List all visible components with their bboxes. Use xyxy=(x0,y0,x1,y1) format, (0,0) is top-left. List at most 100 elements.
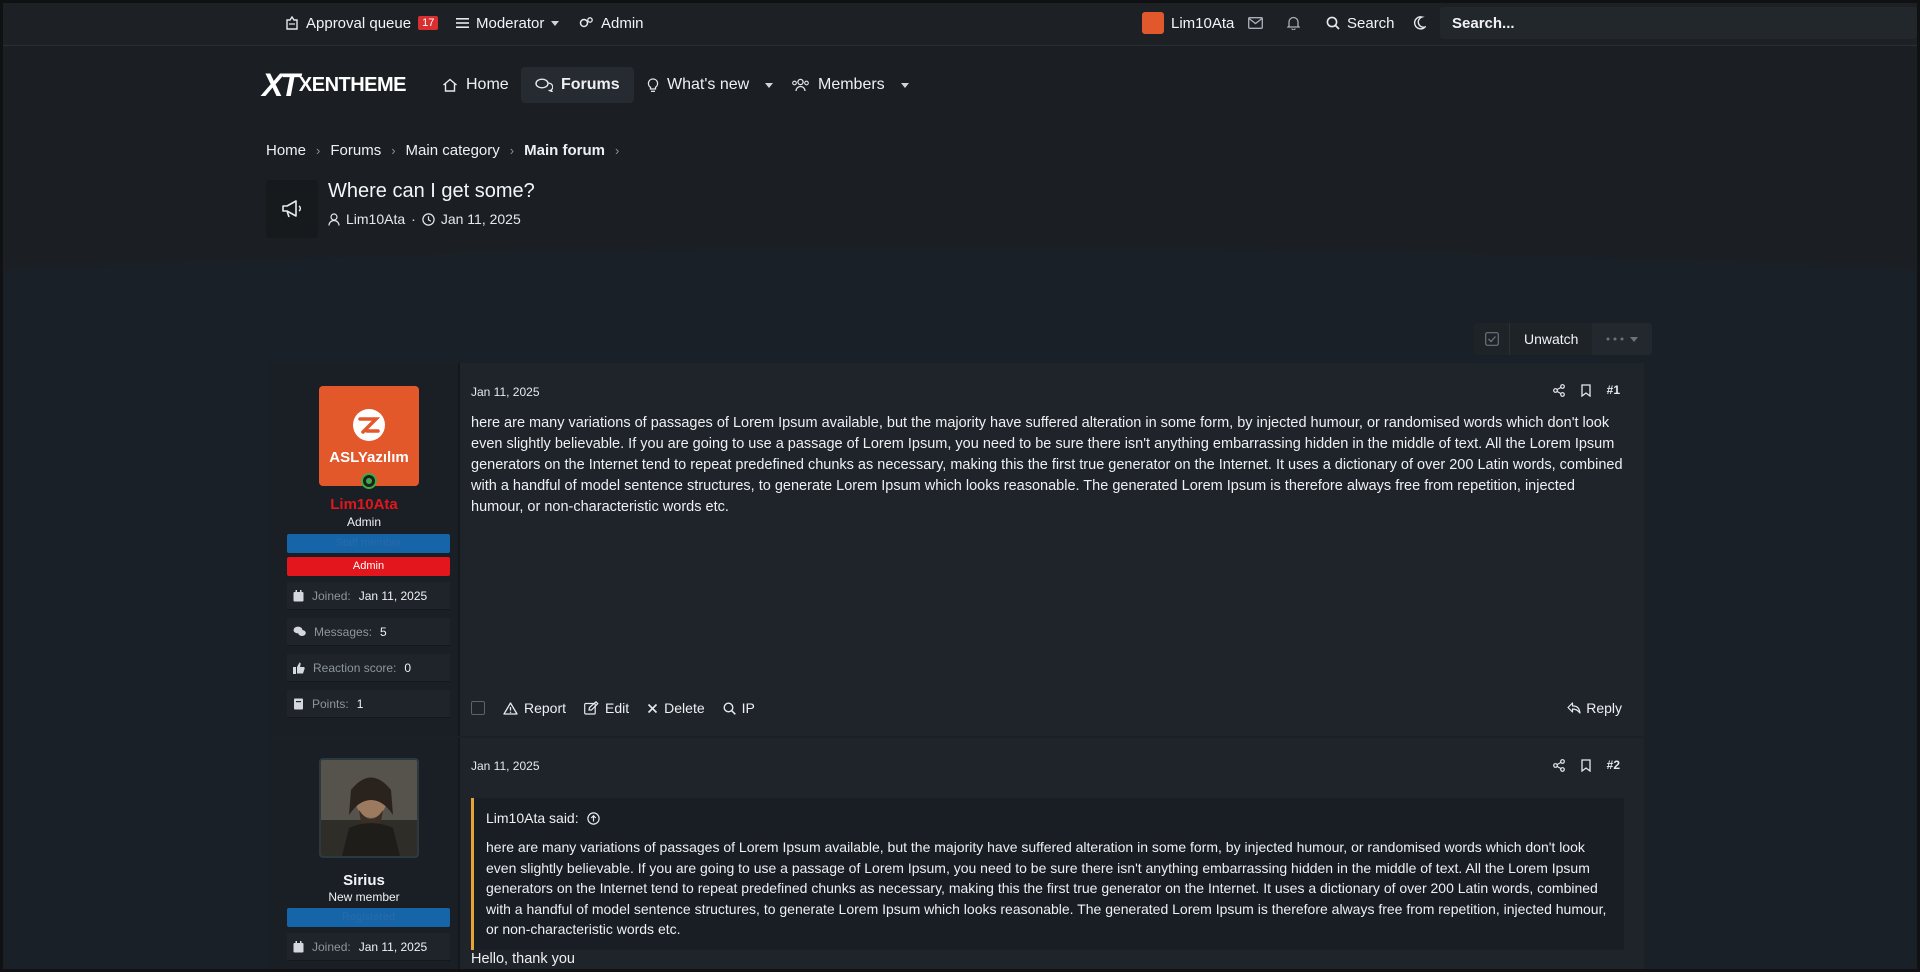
portrait-image xyxy=(321,760,417,856)
post-date[interactable]: Jan 11, 2025 xyxy=(471,759,540,773)
nav-tab-whats-new[interactable]: What's new xyxy=(633,67,787,103)
edit-label: Edit xyxy=(605,700,630,716)
post-tools: #2 xyxy=(1552,758,1620,772)
admin-label: Admin xyxy=(601,14,644,32)
report-label: Report xyxy=(524,700,567,716)
search-icon xyxy=(723,701,736,715)
post-number[interactable]: #1 xyxy=(1607,383,1620,397)
brand-logo-icon xyxy=(353,408,385,441)
delete-button[interactable]: Delete xyxy=(647,700,705,716)
alerts-button[interactable] xyxy=(1287,0,1300,46)
post-username[interactable]: Lim10Ata xyxy=(268,496,460,513)
delete-label: Delete xyxy=(664,700,705,716)
chevron-right-icon: › xyxy=(316,143,321,158)
thread-icon-box xyxy=(266,180,318,238)
close-icon xyxy=(647,703,658,714)
bell-icon xyxy=(1287,16,1300,30)
thread-meta: Lim10Ata · Jan 11, 2025 xyxy=(328,211,521,227)
share-icon[interactable] xyxy=(1552,758,1565,772)
stat-joined: Joined: Jan 11, 2025 xyxy=(287,582,450,610)
user-avatar[interactable] xyxy=(319,758,419,858)
logo-text: XENTHEME xyxy=(298,74,407,96)
online-status-icon xyxy=(361,473,377,489)
megaphone-icon xyxy=(281,199,303,219)
nav-tab-forums[interactable]: Forums xyxy=(521,67,634,103)
thread-author[interactable]: Lim10Ata xyxy=(346,211,405,227)
select-thread-checkbox[interactable] xyxy=(1474,323,1510,355)
stat-value: 5 xyxy=(380,624,387,639)
stat-joined: Joined: Jan 11, 2025 xyxy=(287,933,450,961)
bookmark-icon[interactable] xyxy=(1580,758,1591,772)
meta-separator: · xyxy=(411,211,416,227)
breadcrumb-main-category[interactable]: Main category xyxy=(406,142,500,159)
home-icon xyxy=(442,78,458,92)
user-avatar[interactable]: ASLYazılım xyxy=(319,386,419,486)
theme-toggle[interactable] xyxy=(1413,0,1426,46)
report-button[interactable]: Report xyxy=(503,700,566,716)
user-avatar-small xyxy=(1142,12,1164,34)
arrow-circle-up-icon xyxy=(586,811,600,825)
stat-points: Points: 1 xyxy=(287,690,450,718)
quote-header[interactable]: Lim10Ata said: xyxy=(486,810,1612,826)
chevron-down-icon xyxy=(1630,336,1639,342)
nav-forums-label: Forums xyxy=(561,76,620,93)
search-placeholder: Search... xyxy=(1452,14,1515,32)
breadcrumb-home[interactable]: Home xyxy=(266,142,306,159)
checkbox-icon xyxy=(1484,332,1499,346)
nav-tab-members[interactable]: Members xyxy=(777,67,923,103)
hamburger-icon xyxy=(456,17,469,29)
share-icon[interactable] xyxy=(1552,383,1565,397)
warning-icon xyxy=(503,701,518,715)
post-number[interactable]: #2 xyxy=(1607,758,1620,772)
search-icon xyxy=(1326,16,1340,30)
moon-icon xyxy=(1413,16,1426,30)
chevron-down-icon xyxy=(551,20,560,26)
edit-button[interactable]: Edit xyxy=(584,700,629,716)
moderator-label: Moderator xyxy=(476,14,545,32)
user-menu[interactable]: Lim10Ata xyxy=(1142,0,1234,46)
envelope-icon xyxy=(1248,17,1263,29)
post-username[interactable]: Sirius xyxy=(268,872,460,889)
bookmark-icon[interactable] xyxy=(1580,383,1591,397)
search-input[interactable]: Search... xyxy=(1440,7,1917,39)
post-user-column: ASLYazılım Lim10Ata Admin Staff member A… xyxy=(268,363,460,736)
registered-banner: Registered xyxy=(287,908,450,927)
approval-icon xyxy=(285,16,299,30)
reply-button[interactable]: Reply xyxy=(1567,700,1622,716)
user-title: New member xyxy=(328,890,400,904)
staff-bar: Approval queue 17 Moderator Admin Lim10A… xyxy=(0,0,1920,46)
quote-block: Lim10Ata said: here are many variations … xyxy=(471,798,1624,950)
thread-tools-menu[interactable] xyxy=(1592,323,1653,355)
thumbs-up-icon xyxy=(293,662,305,674)
reply-label: Reply xyxy=(1586,700,1622,716)
approval-queue-link[interactable]: Approval queue 17 xyxy=(285,0,439,46)
site-header: XT XENTHEME Home Forums What's new Membe… xyxy=(0,47,1920,122)
chevron-right-icon: › xyxy=(391,143,396,158)
post-2: Sirius New member Registered Joined: Jan… xyxy=(268,738,1644,972)
breadcrumb-forums[interactable]: Forums xyxy=(330,142,381,159)
stat-value: Jan 11, 2025 xyxy=(358,939,428,954)
stat-label: Points: xyxy=(312,696,349,711)
comments-icon xyxy=(535,78,553,92)
breadcrumb-main-forum[interactable]: Main forum xyxy=(524,142,605,159)
ip-button[interactable]: IP xyxy=(723,700,755,716)
nav-tab-home[interactable]: Home xyxy=(428,67,523,103)
select-post-checkbox[interactable] xyxy=(471,701,485,715)
thread-date[interactable]: Jan 11, 2025 xyxy=(441,211,521,227)
post-date[interactable]: Jan 11, 2025 xyxy=(471,385,540,399)
post-user-column: Sirius New member Registered Joined: Jan… xyxy=(268,738,460,972)
user-title: Admin xyxy=(346,515,381,529)
approval-count-badge: 17 xyxy=(418,16,439,30)
messages-icon xyxy=(293,626,306,637)
search-button[interactable]: Search xyxy=(1326,0,1395,46)
chevron-right-icon: › xyxy=(614,143,620,158)
unwatch-button[interactable]: Unwatch xyxy=(1510,331,1592,347)
chevron-down-icon xyxy=(765,82,774,88)
moderator-menu[interactable]: Moderator xyxy=(456,0,560,46)
staff-member-banner: Staff member xyxy=(287,534,450,553)
post-tools: #1 xyxy=(1552,383,1620,397)
site-logo[interactable]: XT XENTHEME xyxy=(262,67,407,104)
inbox-button[interactable] xyxy=(1248,0,1263,46)
quote-author: Lim10Ata said: xyxy=(486,810,579,826)
admin-link[interactable]: Admin xyxy=(578,0,644,46)
